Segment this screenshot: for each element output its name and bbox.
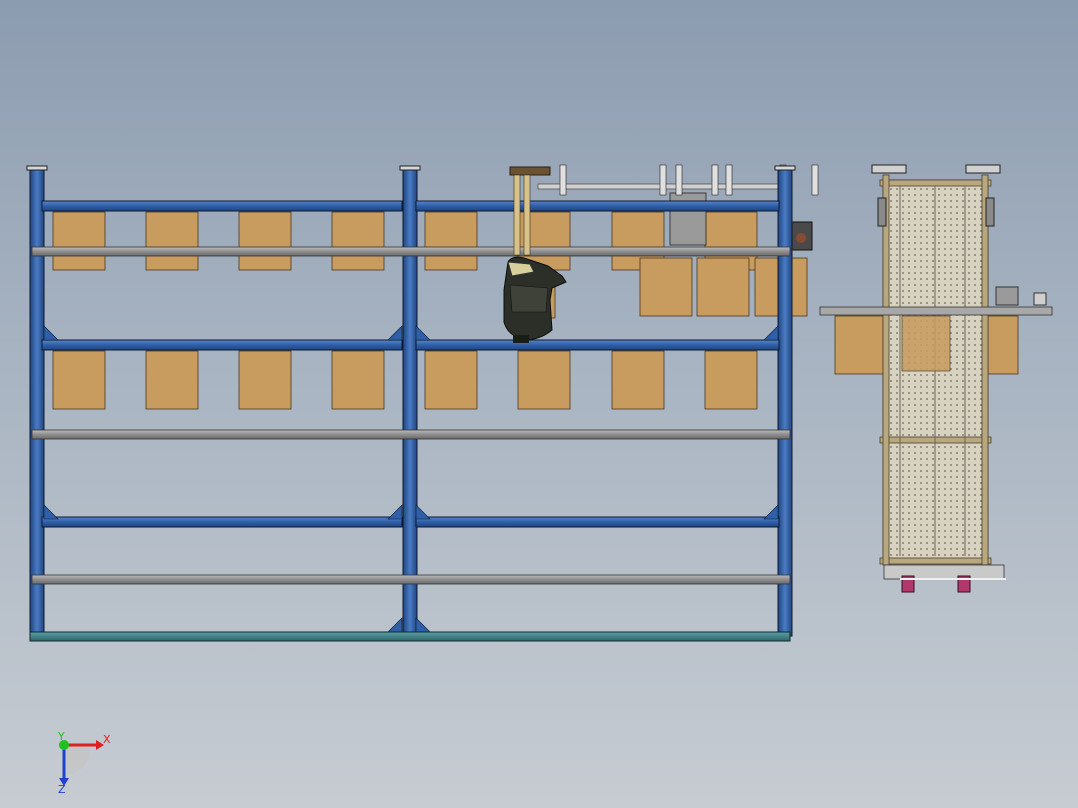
side-frame-post	[981, 174, 989, 566]
z-axis-label: Z	[58, 783, 66, 796]
gusset	[387, 325, 403, 341]
gantry-post	[675, 164, 683, 196]
blue-beam	[415, 200, 780, 212]
side-bracket	[985, 197, 995, 227]
storage-box	[424, 211, 478, 271]
gantry-post	[711, 164, 719, 196]
gusset	[387, 504, 403, 520]
rack-upright	[402, 165, 418, 637]
side-frame-beam	[879, 179, 992, 187]
rack-base	[29, 631, 791, 642]
upright-cap	[26, 165, 48, 171]
side-box	[987, 315, 1019, 375]
gusset	[763, 325, 779, 341]
side-shelf-arm	[819, 306, 1053, 316]
gusset	[387, 617, 403, 633]
side-box-inner	[901, 315, 951, 372]
rack-side-view[interactable]	[819, 164, 1053, 593]
gusset	[415, 325, 431, 341]
storage-box	[145, 211, 199, 271]
gantry-post	[659, 164, 667, 196]
storage-box	[145, 350, 199, 410]
storage-box	[52, 350, 106, 410]
gantry-post	[725, 164, 733, 196]
gray-rail	[31, 429, 791, 440]
y-axis-label: Y	[57, 730, 65, 743]
upright-cap	[399, 165, 421, 171]
cad-drawing[interactable]: X Y Z	[0, 0, 1078, 808]
storage-box	[238, 211, 292, 271]
gusset	[763, 504, 779, 520]
side-top-cap	[871, 164, 907, 174]
rack-upright	[29, 165, 45, 637]
gantry-post	[811, 164, 819, 196]
gusset	[43, 325, 59, 341]
side-top-cap	[965, 164, 1001, 174]
storage-box	[696, 257, 750, 317]
motor-disc	[796, 233, 806, 243]
side-bracket	[877, 197, 887, 227]
rack-front-view[interactable]	[26, 164, 819, 642]
side-frame-post	[882, 174, 890, 566]
gusset	[415, 504, 431, 520]
gray-rail	[31, 574, 791, 585]
gantry-rail	[537, 183, 779, 190]
blue-beam	[41, 339, 403, 351]
blue-beam	[41, 516, 403, 528]
cad-viewport[interactable]: X Y Z	[0, 0, 1078, 808]
storage-box	[238, 350, 292, 410]
gray-rail	[31, 246, 791, 257]
gusset	[43, 504, 59, 520]
storage-box	[331, 211, 385, 271]
upright-cap	[774, 165, 796, 171]
gusset	[415, 617, 431, 633]
side-frame-beam	[879, 557, 992, 565]
side-fixture	[995, 286, 1019, 306]
blue-beam	[41, 200, 403, 212]
storage-box	[611, 350, 665, 410]
blue-beam	[415, 516, 780, 528]
storage-box	[704, 350, 758, 410]
storage-box	[424, 350, 478, 410]
storage-box	[517, 350, 571, 410]
storage-box	[52, 211, 106, 271]
storage-box	[331, 350, 385, 410]
side-box	[834, 315, 886, 375]
rack-upright	[777, 165, 793, 637]
side-fixture	[1033, 292, 1047, 306]
coordinate-triad: X Y Z	[57, 730, 111, 796]
blue-beam	[415, 339, 780, 351]
storage-box	[639, 257, 693, 317]
gantry-post	[559, 164, 567, 196]
x-axis-label: X	[103, 733, 111, 746]
